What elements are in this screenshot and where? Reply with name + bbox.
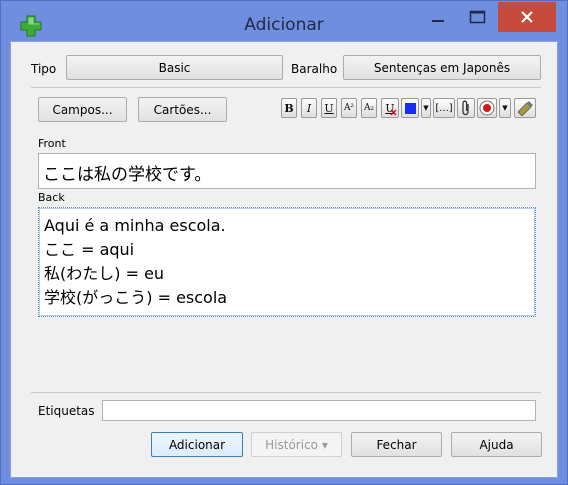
more-dropdown-button[interactable]: ▼ xyxy=(499,98,511,118)
dialog-body: Tipo Basic Baralho Sentenças em Japonês … xyxy=(10,41,558,478)
etiquetas-label: Etiquetas xyxy=(38,404,95,418)
minimize-icon xyxy=(432,20,444,22)
maximize-icon xyxy=(469,10,486,24)
note-type-button[interactable]: Basic xyxy=(66,55,283,80)
pen-brush-icon xyxy=(517,101,533,116)
cloze-button[interactable]: [...] xyxy=(433,98,455,118)
back-line: ここ = aqui xyxy=(44,240,135,259)
baralho-label: Baralho xyxy=(291,62,338,76)
paperclip-icon xyxy=(462,100,469,116)
adicionar-button[interactable]: Adicionar xyxy=(151,432,243,457)
tags-input[interactable] xyxy=(102,400,536,421)
cartoes-button[interactable]: Cartões... xyxy=(138,97,227,122)
top-separator xyxy=(31,87,541,88)
back-line: 学校(がっこう) = escola xyxy=(44,288,228,307)
color-swatch-icon xyxy=(404,102,416,114)
deck-button[interactable]: Sentenças em Japonês xyxy=(343,55,541,80)
close-button[interactable] xyxy=(498,2,556,32)
italic-button[interactable]: I xyxy=(301,98,317,118)
maximize-button[interactable] xyxy=(460,1,494,33)
record-icon xyxy=(479,100,495,116)
html-editor-button[interactable] xyxy=(514,98,536,118)
bold-button[interactable]: B xyxy=(281,98,297,118)
bottom-separator xyxy=(31,392,541,393)
record-button[interactable] xyxy=(477,98,497,118)
superscript-button[interactable]: A² xyxy=(341,98,357,118)
tipo-label: Tipo xyxy=(31,62,57,76)
back-line: Aqui é a minha escola. xyxy=(44,216,226,235)
close-icon xyxy=(521,11,533,23)
red-x-icon xyxy=(390,109,397,116)
back-field[interactable]: Aqui é a minha escola. ここ = aqui 私(わたし) … xyxy=(38,207,536,317)
attach-button[interactable] xyxy=(457,98,475,118)
minimize-button[interactable] xyxy=(421,1,455,33)
ajuda-button[interactable]: Ajuda xyxy=(451,432,542,457)
back-label: Back xyxy=(38,191,65,204)
subscript-button[interactable]: A₂ xyxy=(361,98,377,118)
front-label: Front xyxy=(38,137,66,150)
front-field[interactable]: ここは私の学校です。 xyxy=(38,153,536,189)
fechar-button[interactable]: Fechar xyxy=(351,432,442,457)
front-text: ここは私の学校です。 xyxy=(43,165,212,185)
dialog-window: Adicionar Tipo Basic Baralho Sentenças e… xyxy=(0,0,568,485)
underline-button[interactable]: U xyxy=(321,98,337,118)
clear-formatting-button[interactable]: U xyxy=(381,98,399,118)
color-dropdown-button[interactable]: ▼ xyxy=(421,98,431,118)
campos-button[interactable]: Campos... xyxy=(38,97,127,122)
text-color-button[interactable] xyxy=(401,98,419,118)
back-line: 私(わたし) = eu xyxy=(44,264,165,283)
historico-button[interactable]: Histórico ▾ xyxy=(251,432,342,457)
